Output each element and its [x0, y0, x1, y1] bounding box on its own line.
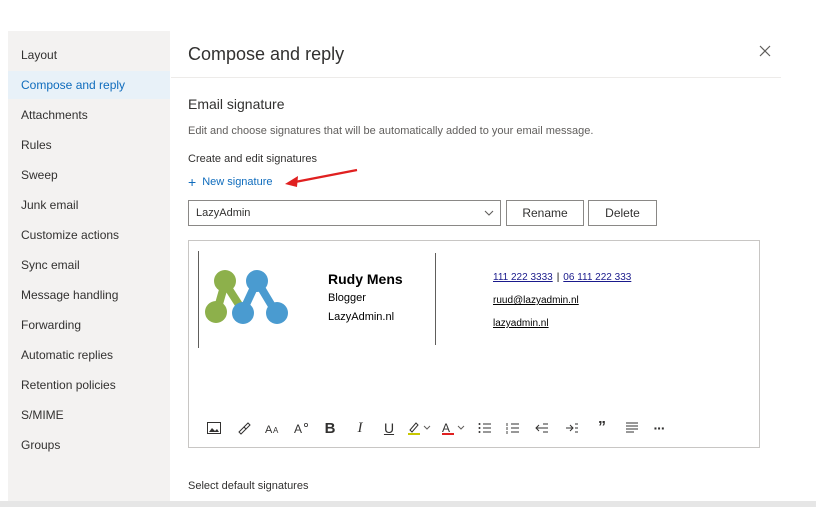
quote-icon[interactable]: ” — [587, 417, 617, 439]
signature-select[interactable]: LazyAdmin — [188, 200, 501, 226]
email-signature-description: Edit and choose signatures that will be … — [188, 125, 594, 137]
select-default-signatures-title: Select default signatures — [188, 480, 309, 492]
svg-text:A: A — [294, 422, 302, 434]
decrease-indent-icon[interactable] — [527, 417, 557, 439]
signature-editor[interactable]: Rudy Mens Blogger LazyAdmin.nl 111 222 3… — [188, 240, 760, 448]
phone-link-1[interactable]: 111 222 3333 — [493, 272, 553, 283]
format-painter-icon[interactable] — [229, 417, 259, 439]
phone-separator: | — [556, 272, 560, 283]
highlight-icon[interactable] — [403, 417, 437, 439]
settings-sidebar: Layout Compose and reply Attachments Rul… — [8, 31, 170, 501]
svg-text:A: A — [265, 424, 273, 434]
bold-icon[interactable]: B — [315, 417, 345, 439]
sidebar-item-groups[interactable]: Groups — [8, 431, 170, 459]
sidebar-item-customize-actions[interactable]: Customize actions — [8, 221, 170, 249]
font-color-icon[interactable]: A — [437, 417, 471, 439]
signature-middle-divider — [435, 253, 436, 345]
phone-link-2[interactable]: 06 111 222 333 — [563, 272, 631, 283]
increase-indent-icon[interactable] — [557, 417, 587, 439]
sidebar-item-automatic-replies[interactable]: Automatic replies — [8, 341, 170, 369]
page-title: Compose and reply — [188, 44, 345, 64]
rename-button[interactable]: Rename — [506, 200, 584, 226]
insert-image-icon[interactable] — [199, 417, 229, 439]
formatting-toolbar: AA A B I U A ” ··· — [199, 417, 671, 439]
lazyadmin-logo — [205, 270, 288, 324]
signature-select-value: LazyAdmin — [196, 207, 251, 219]
close-icon[interactable] — [758, 44, 772, 58]
sidebar-item-junk-email[interactable]: Junk email — [8, 191, 170, 219]
sidebar-item-rules[interactable]: Rules — [8, 131, 170, 159]
new-signature-button[interactable]: + New signature — [188, 173, 273, 190]
signature-left-divider — [198, 251, 199, 348]
italic-icon[interactable]: I — [345, 417, 375, 439]
sidebar-item-layout[interactable]: Layout — [8, 41, 170, 69]
red-arrow-annotation — [285, 168, 358, 187]
bullets-icon[interactable] — [471, 417, 499, 439]
sidebar-item-retention-policies[interactable]: Retention policies — [8, 371, 170, 399]
signature-email-link[interactable]: ruud@lazyadmin.nl — [493, 295, 579, 306]
font-size-icon[interactable]: AA — [259, 417, 287, 439]
chevron-down-icon — [484, 210, 494, 216]
signature-site: LazyAdmin.nl — [328, 311, 395, 323]
svg-text:A: A — [442, 421, 450, 435]
new-signature-label: New signature — [202, 176, 273, 188]
font-grow-icon[interactable]: A — [287, 417, 315, 439]
bottom-strip — [0, 501, 816, 507]
sidebar-item-forwarding[interactable]: Forwarding — [8, 311, 170, 339]
more-icon[interactable]: ··· — [647, 417, 671, 439]
plus-icon: + — [188, 173, 197, 190]
sidebar-item-compose-and-reply[interactable]: Compose and reply — [8, 71, 170, 99]
underline-icon[interactable]: U — [375, 417, 403, 439]
sidebar-item-sync-email[interactable]: Sync email — [8, 251, 170, 279]
email-signature-title: Email signature — [188, 96, 285, 112]
create-edit-signatures-title: Create and edit signatures — [188, 153, 318, 165]
sidebar-item-attachments[interactable]: Attachments — [8, 101, 170, 129]
signature-phones: 111 222 3333 | 06 111 222 333 — [493, 272, 631, 283]
sidebar-item-smime[interactable]: S/MIME — [8, 401, 170, 429]
align-icon[interactable] — [617, 417, 647, 439]
settings-main: Compose and reply Email signature Edit a… — [171, 31, 781, 501]
numbering-icon[interactable] — [499, 417, 527, 439]
signature-role: Blogger — [328, 292, 366, 304]
svg-text:A: A — [273, 426, 279, 434]
signature-web-link[interactable]: lazyadmin.nl — [493, 318, 549, 329]
sidebar-item-message-handling[interactable]: Message handling — [8, 281, 170, 309]
sidebar-item-sweep[interactable]: Sweep — [8, 161, 170, 189]
header-divider — [171, 77, 781, 78]
delete-button[interactable]: Delete — [588, 200, 657, 226]
signature-name: Rudy Mens — [328, 271, 403, 287]
